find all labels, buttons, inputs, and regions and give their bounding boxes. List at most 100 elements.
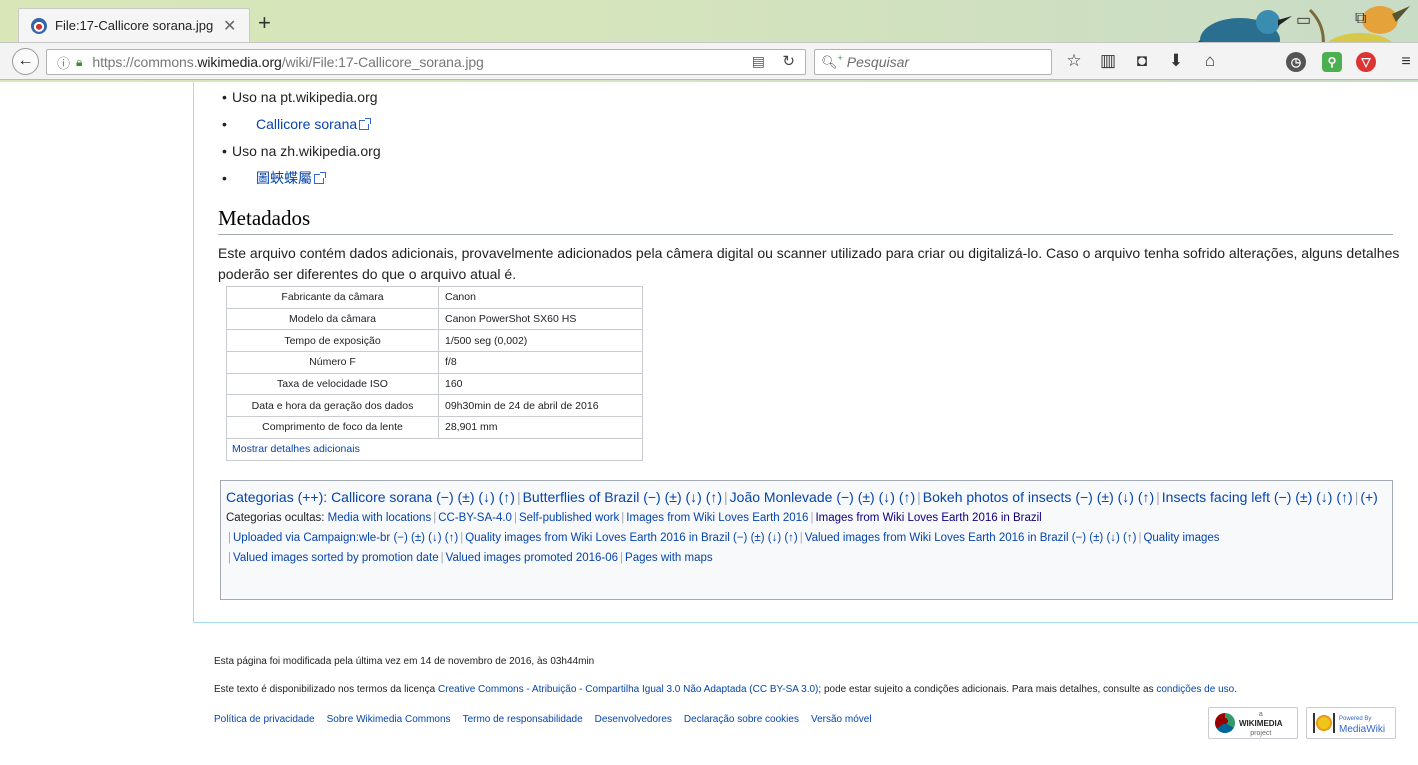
back-button[interactable]: ← xyxy=(12,48,39,75)
tab-close-icon[interactable]: ✕ xyxy=(223,16,236,36)
bookmarks-icon[interactable]: ▥ xyxy=(1098,51,1118,71)
wikimedia-project-badge[interactable]: a WIKIMEDIA project xyxy=(1208,707,1298,739)
usage-subitem: Callicore sorana xyxy=(222,112,381,136)
metadata-row: Tempo de exposição 1/500 seg (0,002) xyxy=(226,329,643,353)
url-text[interactable]: https://commons.wikimedia.org/wiki/File:… xyxy=(92,54,483,70)
hidden-category-link[interactable]: Valued images sorted by promotion date xyxy=(233,552,439,564)
search-placeholder: Pesquisar xyxy=(846,54,910,70)
pocket-icon[interactable]: ◘ xyxy=(1132,51,1152,71)
terms-link[interactable]: condições de uso xyxy=(1156,684,1234,695)
license-link[interactable]: Creative Commons - Atribuição - Comparti… xyxy=(438,684,818,695)
home-icon[interactable]: ⌂ xyxy=(1200,51,1220,71)
restore-button[interactable]: ⧉ xyxy=(1355,10,1366,28)
metadata-intro: Este arquivo contém dados adicionais, pr… xyxy=(218,245,1400,282)
metadata-row: Data e hora da geração dos dados 09h30min… xyxy=(226,394,643,418)
metadata-row: Número Ff/8 xyxy=(226,351,643,374)
hotcat-controls[interactable]: (−) (±) (↓) (↑) xyxy=(1274,489,1353,505)
vivaldi-icon[interactable]: ▽ xyxy=(1356,52,1376,72)
hidden-categories-line: | Uploaded via Campaign:wle-br (−) (±) (↓… xyxy=(226,528,1387,548)
page-content: Uso na pt.wikipedia.org Callicore sorana… xyxy=(0,82,1418,765)
global-usage-list: Uso na pt.wikipedia.org Callicore sorana… xyxy=(222,85,381,193)
extension-icon[interactable]: ⚲ xyxy=(1322,52,1342,72)
external-link-icon xyxy=(359,118,372,130)
wikimedia-logo-icon xyxy=(1215,713,1235,733)
hidden-category-link[interactable]: Valued images promoted 2016-06 xyxy=(446,552,618,564)
metadata-row: Fabricante da câmara Canon xyxy=(226,286,643,309)
footer-link[interactable]: Declaração sobre cookies xyxy=(684,714,799,725)
show-more-details-link[interactable]: Mostrar detalhes adicionais xyxy=(232,443,360,455)
menu-icon[interactable]: ≡ xyxy=(1396,52,1416,72)
hotcat-controls[interactable]: (−) (±) (↓) (↑) xyxy=(836,489,915,505)
category-separator: | xyxy=(1138,532,1142,544)
metadata-row: Comprimento de foco da lente 28,901 mm xyxy=(226,416,643,439)
footer-link[interactable]: Termo de responsabilidade xyxy=(463,714,583,725)
browser-chrome: File:17-Callicore sorana.jpg - Wikimedia… xyxy=(0,0,1418,82)
category-separator: | xyxy=(516,489,521,505)
history-icon[interactable]: ◷ xyxy=(1286,52,1306,72)
metadata-value: Canon PowerShot SX60 HS xyxy=(438,307,643,331)
footer-link[interactable]: Política de privacidade xyxy=(214,714,315,725)
new-tab-button[interactable]: + xyxy=(258,10,271,36)
mediawiki-logo-icon xyxy=(1313,713,1335,733)
metadata-row: Taxa de velocidade ISO 160 xyxy=(226,372,643,396)
content-border xyxy=(193,82,194,622)
hidden-category-link[interactable]: Valued images from Wiki Loves Earth 2016… xyxy=(805,532,1137,544)
search-box[interactable]: 🔍︎+ Pesquisar xyxy=(814,49,1052,75)
metadata-heading: Metadados xyxy=(218,206,1393,235)
hidden-category-link[interactable]: Self-published work xyxy=(519,512,619,524)
hidden-category-link[interactable]: CC-BY-SA-4.0 xyxy=(438,512,512,524)
category-separator: | xyxy=(228,532,231,544)
usage-label: Uso na zh.wikipedia.org xyxy=(232,143,381,159)
license-text: Este texto é disponibilizado nos termos … xyxy=(214,684,1237,695)
category-separator: | xyxy=(620,552,624,564)
tab-strip: File:17-Callicore sorana.jpg - Wikimedia… xyxy=(0,0,1418,77)
hotcat-controls[interactable]: (−) (±) (↓) (↑) xyxy=(1075,489,1154,505)
hidden-categories: Categorias ocultas: Media with locations… xyxy=(226,508,1387,528)
wikimedia-badge-text: a WIKIMEDIA project xyxy=(1239,709,1283,738)
hidden-category-link[interactable]: Images from Wiki Loves Earth 2016 xyxy=(626,512,808,524)
hidden-category-link[interactable]: Uploaded via Campaign:wle-br (−) (±) (↓)… xyxy=(233,532,458,544)
metadata-key: Número F xyxy=(226,351,439,374)
tab-active[interactable]: File:17-Callicore sorana.jpg - Wikimedia… xyxy=(18,8,250,42)
url-bar[interactable]: ⓘ 🔒︎ https://commons.wikimedia.org/wiki/… xyxy=(46,49,806,75)
zh-page-link[interactable]: 圖蛺蝶屬 xyxy=(256,170,312,186)
hidden-category-link[interactable]: Media with locations xyxy=(328,512,432,524)
category-link[interactable]: Callicore sorana xyxy=(331,489,432,505)
metadata-key: Modelo da câmara xyxy=(226,307,439,331)
hidden-category-link[interactable]: Quality images from Wiki Loves Earth 201… xyxy=(465,532,798,544)
last-modified: Esta página foi modificada pela última v… xyxy=(214,656,595,667)
powered-by-mediawiki-badge[interactable]: Powered By MediaWiki xyxy=(1306,707,1396,739)
download-icon[interactable]: ⬇ xyxy=(1166,51,1186,71)
categories-label-link[interactable]: Categorias (++): xyxy=(226,489,327,505)
category-separator: | xyxy=(513,512,517,524)
footer-link[interactable]: Sobre Wikimedia Commons xyxy=(327,714,451,725)
category-separator: | xyxy=(799,532,803,544)
category-link[interactable]: Butterflies of Brazil xyxy=(523,489,640,505)
tab-title: File:17-Callicore sorana.jpg - Wikimedia… xyxy=(55,18,215,33)
category-separator: | xyxy=(810,512,814,524)
category-separator: | xyxy=(228,552,231,564)
footer-link[interactable]: Desenvolvedores xyxy=(595,714,672,725)
hidden-category-link[interactable]: Pages with maps xyxy=(625,552,713,564)
hotcat-controls[interactable]: (−) (±) (↓) (↑) xyxy=(436,489,515,505)
star-icon[interactable]: ☆ xyxy=(1064,51,1084,71)
footer-link[interactable]: Versão móvel xyxy=(811,714,872,725)
toolbar-icons: ☆ ▥ ◘ ⬇ ⌂ xyxy=(1064,51,1220,71)
category-link[interactable]: Insects facing left xyxy=(1162,489,1270,505)
hidden-category-link[interactable]: Quality images xyxy=(1143,532,1219,544)
minimize-button[interactable]: ▭ xyxy=(1296,10,1311,30)
hidden-category-link[interactable]: Images from Wiki Loves Earth 2016 in Bra… xyxy=(815,512,1041,524)
hotcat-controls[interactable]: (−) (±) (↓) (↑) xyxy=(643,489,722,505)
category-separator: | xyxy=(917,489,921,505)
reload-icon[interactable]: ↻ xyxy=(782,52,795,70)
reader-view-icon[interactable]: ▤ xyxy=(752,53,765,70)
callicore-sorana-link[interactable]: Callicore sorana xyxy=(256,116,357,132)
category-box: Categorias (++): Callicore sorana (−) (±… xyxy=(220,480,1393,600)
lock-icon[interactable]: 🔒︎ xyxy=(76,55,82,70)
info-icon[interactable]: ⓘ xyxy=(57,53,70,72)
category-link[interactable]: Bokeh photos of insects xyxy=(923,489,1072,505)
category-link[interactable]: João Monlevade xyxy=(730,489,833,505)
add-category-button[interactable]: (+) xyxy=(1360,489,1378,505)
usage-label: Uso na pt.wikipedia.org xyxy=(232,89,378,105)
category-separator: | xyxy=(460,532,464,544)
